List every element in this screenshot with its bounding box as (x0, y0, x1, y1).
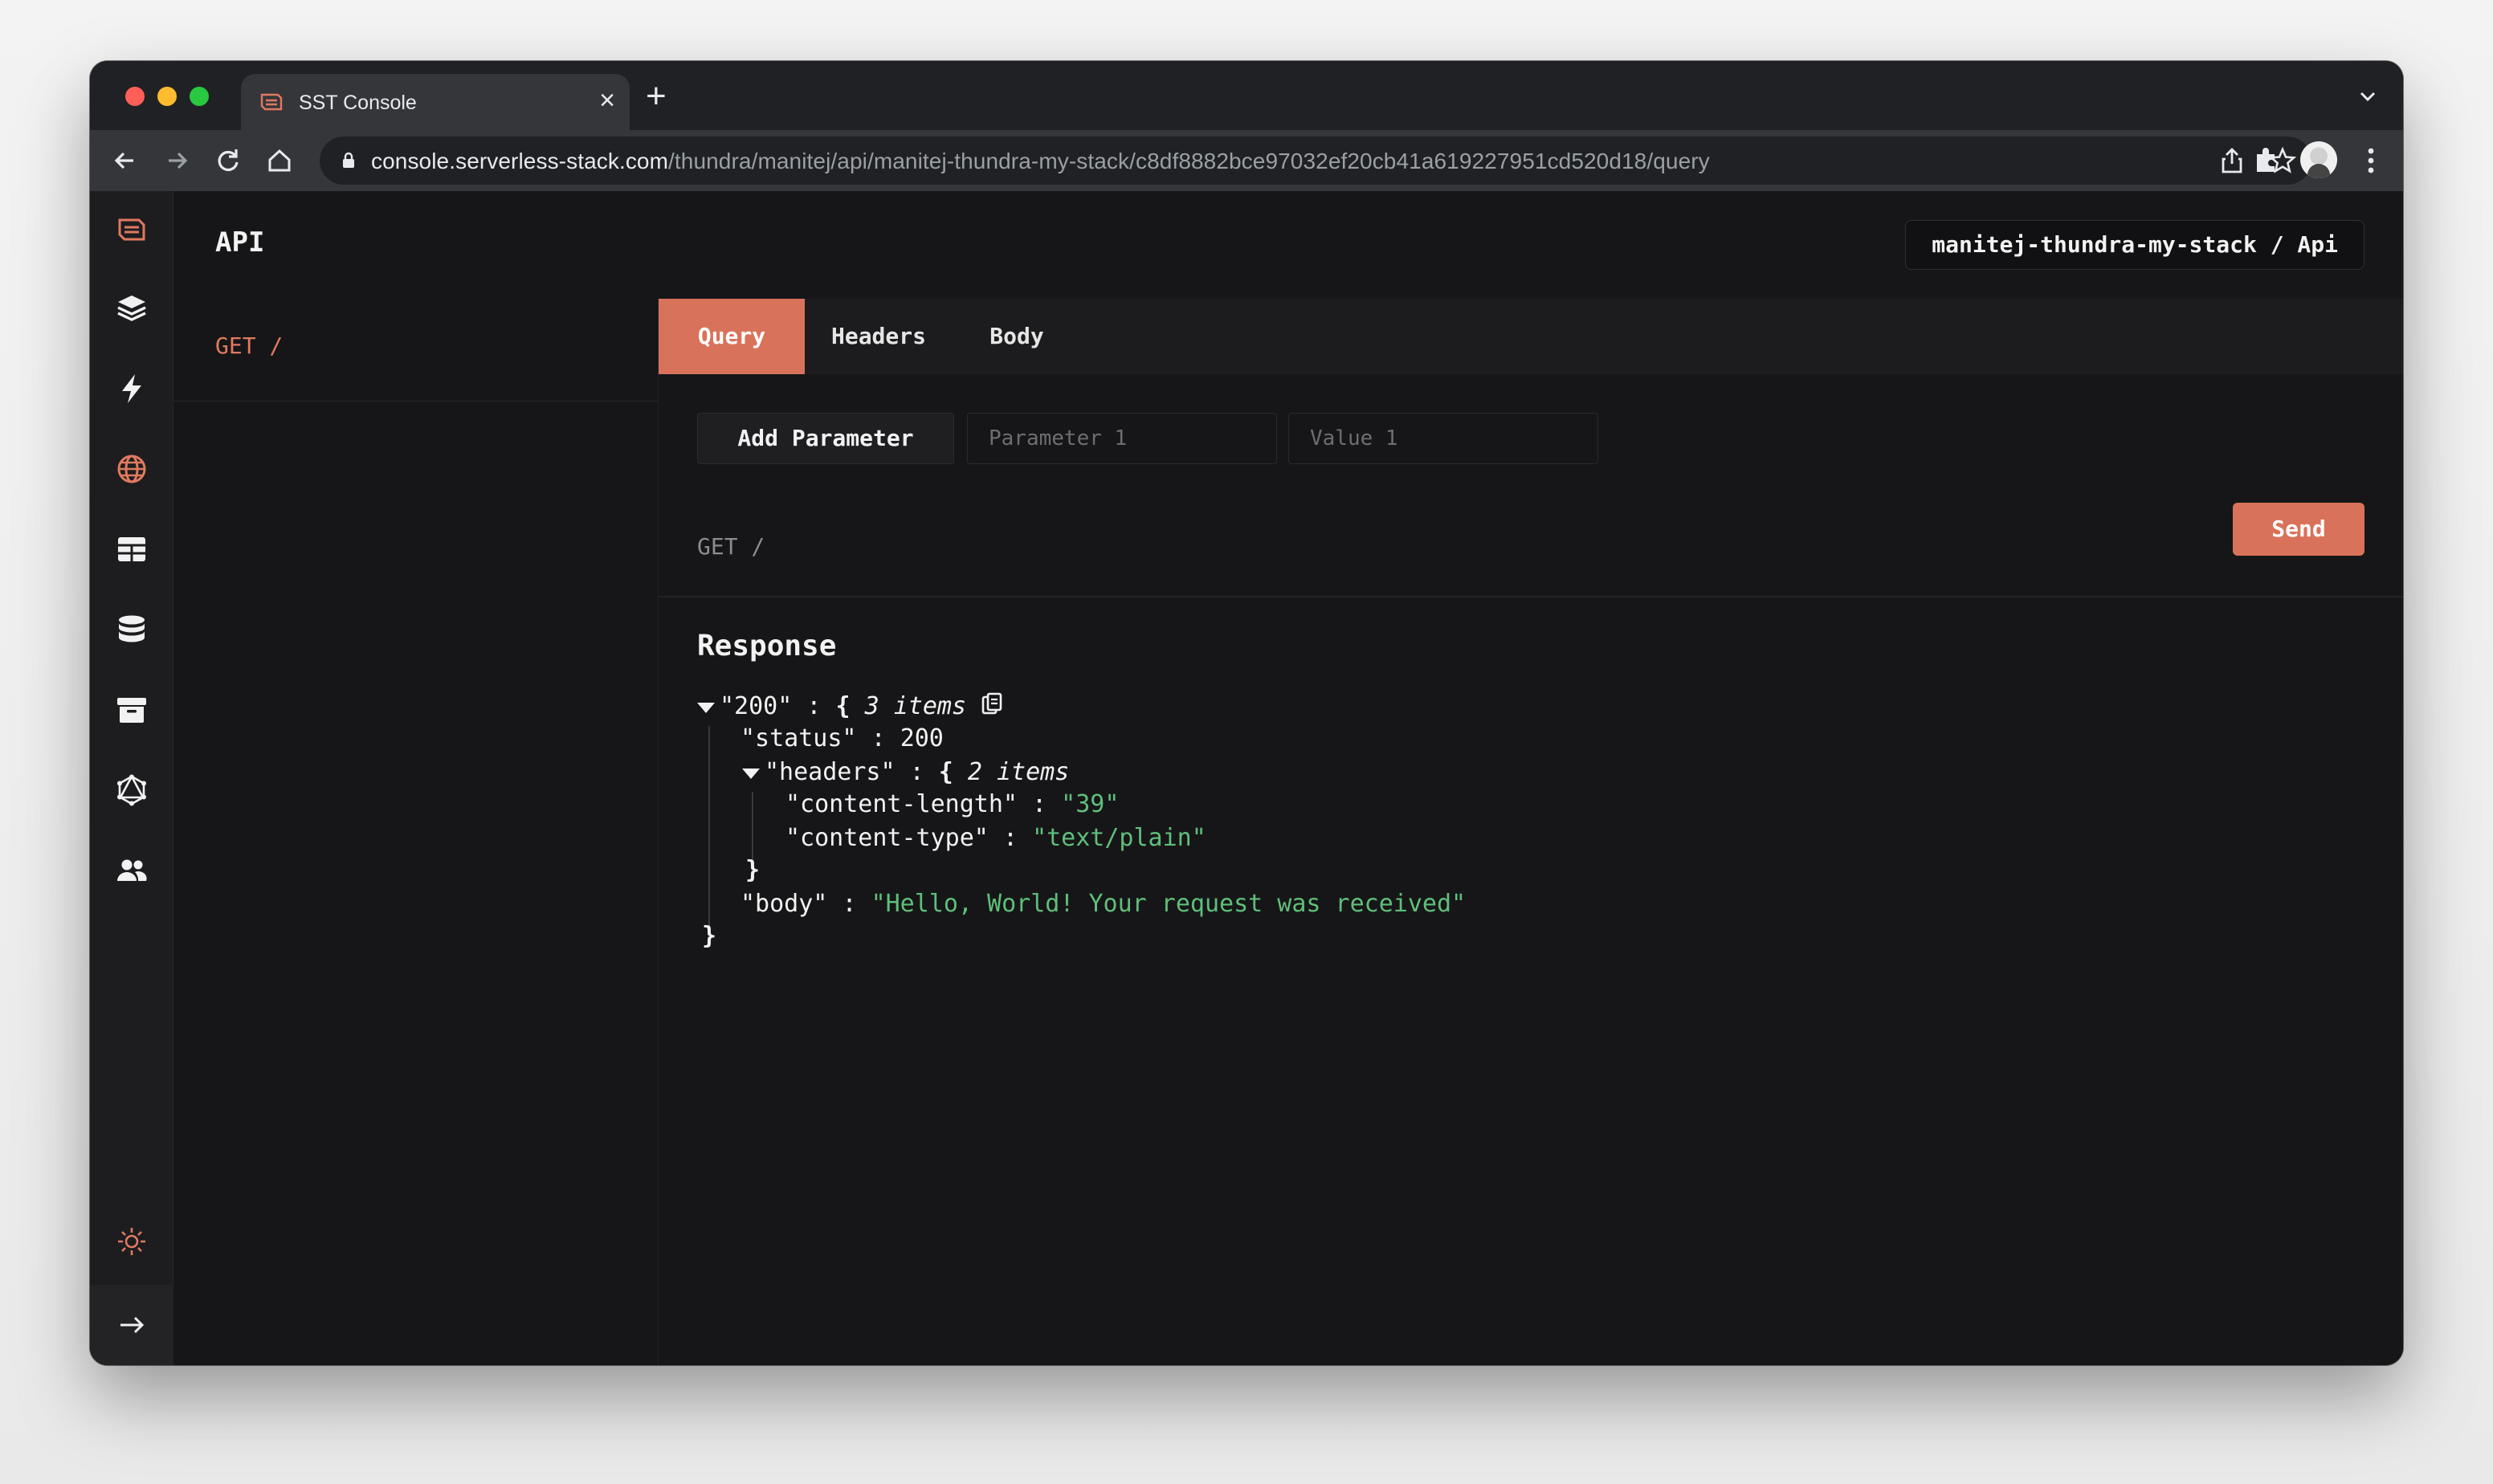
functions-bolt-icon[interactable] (116, 373, 148, 405)
graphql-icon[interactable] (116, 774, 148, 806)
json-brace: } (745, 856, 761, 884)
tab-body[interactable]: Body (953, 299, 1081, 374)
json-key: "status" (741, 724, 857, 752)
add-parameter-button[interactable]: Add Parameter (697, 413, 954, 464)
url-path: /thundra/manitej/api/manitej-thundra-my-… (668, 149, 1710, 173)
json-separator: : (871, 724, 886, 752)
home-icon[interactable] (263, 145, 296, 177)
profile-avatar[interactable] (2300, 141, 2337, 178)
zoom-window-button[interactable] (190, 87, 209, 106)
json-guide-root (708, 726, 710, 928)
json-key: "200" (720, 692, 793, 720)
tab-title: SST Console (299, 92, 417, 114)
new-tab-button[interactable]: + (646, 79, 667, 114)
close-window-button[interactable] (125, 87, 145, 106)
json-key: "body" (741, 890, 828, 918)
request-tabs: Query Headers Body (659, 299, 2403, 374)
json-guide-headers (752, 792, 753, 859)
json-row-content-length: "content-length" : "39" (785, 790, 1119, 818)
json-row-headers: "headers" : { 2 items (742, 758, 1069, 786)
json-row-root: "200" : { 3 items (697, 692, 1003, 720)
json-row-status: "status" : 200 (741, 724, 944, 752)
dynamodb-table-icon[interactable] (116, 533, 148, 565)
sidebar-expand-area (90, 1285, 173, 1365)
buckets-archive-icon[interactable] (116, 694, 148, 726)
page-title: API (215, 226, 265, 259)
browser-tab-strip: SST Console × + (90, 61, 2403, 130)
address-bar[interactable]: console.serverless-stack.com/thundra/man… (320, 137, 2311, 185)
expand-arrow-icon[interactable] (116, 1309, 148, 1341)
json-key: "headers" (765, 758, 896, 786)
extensions-puzzle-icon[interactable] (2252, 145, 2281, 175)
route-list: GET / (173, 299, 659, 1365)
collapse-caret-icon[interactable] (742, 768, 760, 779)
json-row-content-type: "content-type" : "text/plain" (785, 824, 1206, 852)
theme-sun-icon[interactable] (116, 1225, 148, 1258)
copy-clipboard-icon[interactable] (981, 692, 1003, 716)
response-title: Response (697, 630, 837, 662)
json-separator: : (909, 758, 924, 786)
stack-badge[interactable]: manitej-thundra-my-stack / Api (1905, 220, 2364, 270)
json-row-root-close: } (702, 922, 716, 950)
minimize-window-button[interactable] (157, 87, 177, 106)
url-text[interactable]: console.serverless-stack.com/thundra/man… (371, 149, 1710, 174)
parameter-value-input[interactable] (1288, 413, 1598, 464)
sst-logo-icon[interactable] (116, 214, 148, 246)
json-separator: : (806, 692, 822, 720)
tab-query[interactable]: Query (659, 299, 805, 374)
json-separator: : (1032, 790, 1047, 818)
request-line: GET / (697, 533, 765, 560)
json-row-body: "body" : "Hello, World! Your request was… (741, 890, 1466, 918)
json-brace: { (938, 758, 953, 786)
cognito-users-icon[interactable] (116, 854, 148, 887)
json-row-headers-close: } (745, 856, 760, 884)
json-separator: : (842, 890, 857, 918)
collapse-caret-icon[interactable] (697, 703, 715, 713)
json-string-value: "39" (1061, 790, 1120, 818)
request-panel: Query Headers Body Add Parameter GET / S… (659, 299, 2403, 1365)
stacks-layers-icon[interactable] (116, 292, 148, 324)
lock-icon[interactable] (341, 151, 357, 170)
json-key: "content-type" (785, 824, 989, 852)
sidebar-rail (90, 191, 173, 1365)
send-button[interactable]: Send (2233, 503, 2364, 556)
share-icon[interactable] (2218, 146, 2246, 175)
rds-database-icon[interactable] (116, 614, 148, 646)
forward-arrow-icon[interactable] (161, 145, 193, 177)
json-brace: { (835, 692, 851, 720)
tab-search-chevron-icon[interactable] (2356, 85, 2379, 108)
json-item-count: 3 items (864, 692, 967, 720)
browser-tab[interactable]: SST Console × (241, 74, 630, 130)
route-label: GET / (215, 332, 284, 359)
route-item[interactable]: GET / (173, 299, 658, 402)
json-item-count: 2 items (967, 758, 1070, 786)
close-tab-icon[interactable]: × (599, 87, 615, 114)
parameter-name-input[interactable] (967, 413, 1277, 464)
json-separator: : (1002, 824, 1018, 852)
browser-toolbar: console.serverless-stack.com/thundra/man… (90, 130, 2403, 191)
browser-menu-icon[interactable] (2366, 145, 2376, 177)
json-string-value: "Hello, World! Your request was received… (871, 890, 1467, 918)
json-key: "content-length" (785, 790, 1018, 818)
section-divider (659, 596, 2403, 597)
browser-window: SST Console × + console.serverless-stack… (90, 61, 2403, 1365)
back-arrow-icon[interactable] (109, 145, 141, 177)
json-number-value: 200 (900, 724, 944, 752)
json-brace: } (702, 922, 717, 950)
url-host: console.serverless-stack.com (371, 149, 669, 173)
tab-headers[interactable]: Headers (805, 299, 953, 374)
reload-icon[interactable] (212, 145, 244, 177)
sst-console-app: API manitej-thundra-my-stack / Api GET /… (90, 191, 2403, 1365)
api-globe-icon[interactable] (116, 453, 148, 485)
sst-favicon-icon (260, 93, 283, 111)
json-string-value: "text/plain" (1032, 824, 1206, 852)
